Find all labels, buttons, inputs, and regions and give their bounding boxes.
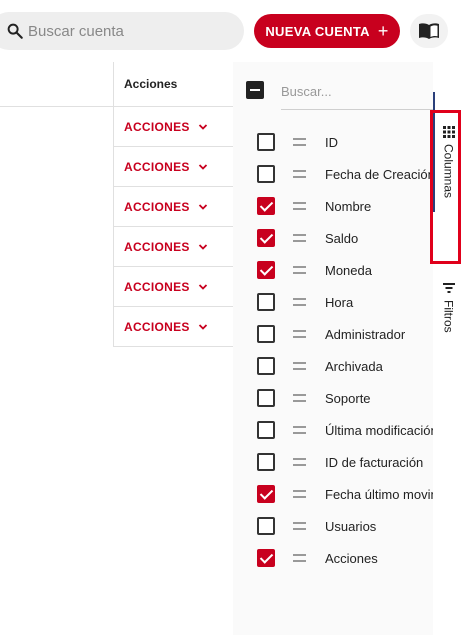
- actions-column: Acciones ACCIONES ACCIONES ACCIONES ACCI…: [113, 62, 233, 347]
- column-checkbox[interactable]: [257, 325, 275, 343]
- column-label: Fecha de Creación: [325, 166, 433, 182]
- column-label: Usuarios: [325, 518, 377, 534]
- column-item[interactable]: Archivada: [233, 350, 433, 382]
- column-checkbox[interactable]: [257, 133, 275, 151]
- actions-label: ACCIONES: [124, 239, 190, 254]
- actions-label: ACCIONES: [124, 319, 190, 334]
- column-label: ID de facturación: [325, 454, 424, 470]
- actions-dropdown[interactable]: ACCIONES: [114, 267, 233, 307]
- actions-label: ACCIONES: [124, 279, 190, 294]
- actions-dropdown[interactable]: ACCIONES: [114, 147, 233, 187]
- toolbar: NUEVA CUENTA +: [0, 0, 464, 62]
- column-checkbox[interactable]: [257, 261, 275, 279]
- drag-handle-icon[interactable]: [293, 554, 306, 562]
- column-checkbox[interactable]: [257, 165, 275, 183]
- new-account-button[interactable]: NUEVA CUENTA +: [254, 14, 400, 48]
- search-icon: [7, 23, 23, 39]
- tab-filters[interactable]: Filtros: [433, 282, 464, 333]
- chevron-down-icon: [198, 243, 207, 250]
- drag-handle-icon[interactable]: [293, 426, 306, 434]
- actions-dropdown[interactable]: ACCIONES: [114, 187, 233, 227]
- plus-icon: +: [377, 21, 389, 41]
- highlight-box: [430, 110, 461, 264]
- column-checkbox[interactable]: [257, 389, 275, 407]
- actions-dropdown[interactable]: ACCIONES: [114, 307, 233, 347]
- column-checkbox[interactable]: [257, 549, 275, 567]
- new-account-label: NUEVA CUENTA: [265, 23, 370, 39]
- column-item[interactable]: Última modificación: [233, 414, 433, 446]
- actions-label: ACCIONES: [124, 159, 190, 174]
- column-checkbox[interactable]: [257, 517, 275, 535]
- book-icon: [419, 23, 439, 39]
- chevron-down-icon: [198, 203, 207, 210]
- columns-panel-header: [233, 62, 433, 110]
- column-item[interactable]: Usuarios: [233, 510, 433, 542]
- column-label: Archivada: [325, 358, 383, 374]
- drag-handle-icon[interactable]: [293, 202, 306, 210]
- column-label: Fecha último movimiento: [325, 486, 433, 502]
- actions-label: ACCIONES: [124, 119, 190, 134]
- tab-filters-label: Filtros: [441, 300, 456, 333]
- column-checkbox[interactable]: [257, 453, 275, 471]
- column-item[interactable]: Saldo: [233, 222, 433, 254]
- drag-handle-icon[interactable]: [293, 490, 306, 498]
- column-item[interactable]: Hora: [233, 286, 433, 318]
- account-search[interactable]: [0, 12, 244, 50]
- column-item[interactable]: ID: [233, 126, 433, 158]
- drag-handle-icon[interactable]: [293, 266, 306, 274]
- chevron-down-icon: [198, 323, 207, 330]
- search-input[interactable]: [28, 12, 228, 50]
- column-label: Nombre: [325, 198, 372, 214]
- drag-handle-icon[interactable]: [293, 394, 306, 402]
- chevron-down-icon: [198, 283, 207, 290]
- column-item[interactable]: Moneda: [233, 254, 433, 286]
- column-checkbox[interactable]: [257, 229, 275, 247]
- chevron-down-icon: [198, 123, 207, 130]
- column-item[interactable]: Acciones: [233, 542, 433, 574]
- column-item[interactable]: ID de facturación: [233, 446, 433, 478]
- column-label: Última modificación: [325, 422, 433, 438]
- drag-handle-icon[interactable]: [293, 330, 306, 338]
- column-label: Soporte: [325, 390, 371, 406]
- column-item[interactable]: Nombre: [233, 190, 433, 222]
- chevron-down-icon: [198, 163, 207, 170]
- column-checkbox[interactable]: [257, 485, 275, 503]
- actions-dropdown[interactable]: ACCIONES: [114, 227, 233, 267]
- drag-handle-icon[interactable]: [293, 362, 306, 370]
- column-label: Moneda: [325, 262, 372, 278]
- column-item[interactable]: Fecha de Creación: [233, 158, 433, 190]
- columns-panel: ID Fecha de Creación Nombre Saldo Moneda…: [233, 62, 433, 635]
- column-checkbox[interactable]: [257, 293, 275, 311]
- drag-handle-icon[interactable]: [293, 138, 306, 146]
- drag-handle-icon[interactable]: [293, 522, 306, 530]
- drag-handle-icon[interactable]: [293, 234, 306, 242]
- actions-dropdown[interactable]: ACCIONES: [114, 107, 233, 147]
- column-label: Hora: [325, 294, 354, 310]
- column-item[interactable]: Fecha último movimiento: [233, 478, 433, 510]
- grid-left-header: [0, 62, 114, 107]
- actions-header: Acciones: [114, 62, 233, 107]
- column-checkbox[interactable]: [257, 357, 275, 375]
- drag-handle-icon[interactable]: [293, 298, 306, 306]
- drag-handle-icon[interactable]: [293, 458, 306, 466]
- column-search-input[interactable]: [281, 74, 433, 110]
- column-label: ID: [325, 134, 338, 150]
- column-item[interactable]: Administrador: [233, 318, 433, 350]
- filter-icon: [442, 283, 455, 293]
- column-checkbox[interactable]: [257, 197, 275, 215]
- column-label: Saldo: [325, 230, 359, 246]
- actions-label: ACCIONES: [124, 199, 190, 214]
- book-button[interactable]: [410, 14, 448, 48]
- column-label: Acciones: [325, 550, 378, 566]
- column-list: ID Fecha de Creación Nombre Saldo Moneda…: [233, 126, 433, 574]
- column-item[interactable]: Soporte: [233, 382, 433, 414]
- select-all-checkbox[interactable]: [246, 81, 264, 99]
- column-checkbox[interactable]: [257, 421, 275, 439]
- drag-handle-icon[interactable]: [293, 170, 306, 178]
- column-label: Administrador: [325, 326, 406, 342]
